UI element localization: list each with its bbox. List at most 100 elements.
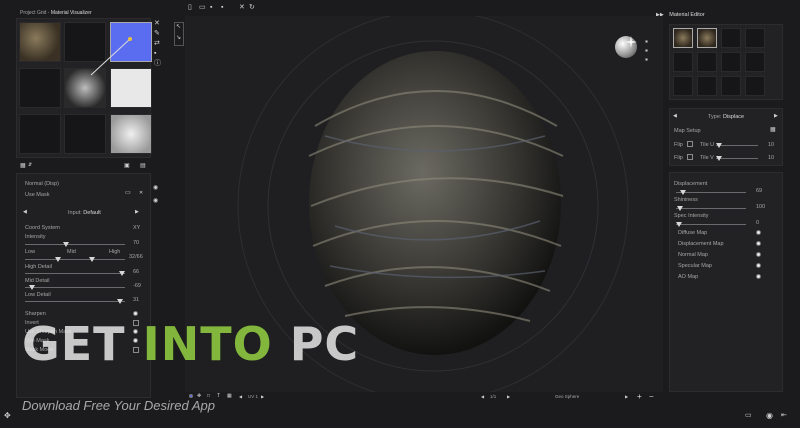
coord-system-value[interactable]: XY (133, 225, 140, 231)
flip-u-checkbox[interactable] (687, 141, 693, 147)
prev-arrow-icon[interactable]: ◀ (23, 209, 27, 216)
slider-handle[interactable] (716, 143, 722, 148)
param-slider[interactable] (676, 206, 746, 211)
connect-tool-icon[interactable]: ↘ (176, 35, 181, 42)
map-toggle[interactable] (756, 263, 761, 268)
move-icon[interactable]: ✥ (4, 412, 11, 420)
swap-icon[interactable]: ⇄ (154, 40, 160, 47)
slider-handle[interactable] (29, 285, 35, 290)
material-slot[interactable] (721, 28, 741, 48)
material-slot[interactable] (745, 76, 765, 96)
delete-icon[interactable]: ▪ (154, 50, 156, 57)
light-dot[interactable] (645, 40, 648, 43)
material-slot-rope-2[interactable] (697, 28, 717, 48)
page-next-icon[interactable]: ▶ (507, 393, 510, 400)
input-label: Input: (68, 210, 82, 216)
material-slot[interactable] (673, 76, 693, 96)
open-folder-icon[interactable]: ▭ (199, 4, 206, 11)
layers-icon[interactable]: ▤ (140, 163, 146, 170)
close-icon[interactable]: ✕ (154, 20, 160, 27)
calendar-icon[interactable]: ▦ (770, 127, 776, 134)
map-toggle[interactable] (756, 230, 761, 235)
slider-handle[interactable] (119, 271, 125, 276)
material-slot[interactable] (721, 76, 741, 96)
image-icon[interactable]: ▣ (124, 163, 130, 170)
mid-detail-slider[interactable] (25, 285, 125, 290)
light-dot[interactable] (645, 49, 648, 52)
material-visualizer-label: Material Visualizer (50, 10, 92, 16)
material-slot[interactable] (697, 52, 717, 72)
right-panel-title: ▶▶ Material Editor (656, 12, 705, 19)
param-slider[interactable] (676, 190, 746, 195)
folder-icon[interactable]: ▭ (125, 190, 131, 197)
slider-handle[interactable] (55, 257, 61, 262)
eye-toggle-icon[interactable]: ◉ (766, 412, 773, 420)
node-tool-column: ↖ ↘ (174, 22, 184, 46)
intensity-value: 70 (133, 240, 140, 246)
type-next-icon[interactable]: ▶ (774, 113, 778, 120)
param-label: Shininess (674, 197, 698, 203)
small-close-icon[interactable]: ✕ (139, 190, 143, 197)
panel-toggle-icon[interactable]: ▭ (745, 412, 752, 419)
slider-handle[interactable] (89, 257, 95, 262)
tile-u-slider[interactable] (716, 143, 758, 148)
texture-slot[interactable] (19, 114, 61, 154)
map-toggle[interactable] (756, 241, 761, 246)
save-as-icon[interactable]: ▪ (221, 4, 223, 11)
tile-v-slider[interactable] (716, 156, 758, 161)
grid-view-icon[interactable]: ▦ (20, 163, 26, 170)
save-icon[interactable]: ▪ (210, 4, 212, 11)
object-next-icon[interactable]: ▶ (625, 393, 628, 400)
normal-disp-label: Normal (Disp) (25, 181, 59, 187)
slider-handle[interactable] (117, 299, 123, 304)
lmh-value: 32/66 (129, 254, 143, 260)
select-tool-icon[interactable]: ↖ (176, 24, 181, 31)
visibility-icon[interactable]: ◉ (153, 198, 158, 205)
material-slot[interactable] (745, 52, 765, 72)
material-slot[interactable] (745, 28, 765, 48)
slider-handle[interactable] (676, 222, 682, 227)
map-toggle[interactable] (756, 274, 761, 279)
intensity-slider[interactable] (25, 242, 125, 247)
next-arrow-icon[interactable]: ▶ (135, 209, 139, 216)
pencil-icon[interactable]: ✎ (154, 30, 160, 37)
coord-system-label: Coord System (25, 225, 60, 231)
type-selector[interactable]: Type: Displace (708, 114, 744, 120)
material-slot[interactable] (673, 52, 693, 72)
material-slot[interactable] (721, 52, 741, 72)
slider-handle[interactable] (716, 156, 722, 161)
settings-icon[interactable]: ✕ (239, 4, 245, 11)
material-slot-rope[interactable] (673, 28, 693, 48)
input-selector[interactable]: ◀ Input: Default ▶ (23, 209, 143, 218)
lmh-slider[interactable] (25, 257, 125, 262)
new-file-icon[interactable]: ▯ (188, 4, 192, 11)
watermark-title: GET INTO PC (22, 320, 359, 368)
slider-handle[interactable] (63, 242, 69, 247)
material-slot[interactable] (697, 76, 717, 96)
map-toggle[interactable] (756, 252, 761, 257)
texture-thumb-ao[interactable] (110, 114, 152, 154)
low-detail-slider[interactable] (25, 299, 125, 304)
refresh-icon[interactable]: ↻ (249, 4, 255, 11)
texture-slot[interactable] (19, 68, 61, 108)
high-detail-slider[interactable] (25, 271, 125, 276)
type-prev-icon[interactable]: ◀ (673, 113, 677, 120)
type-value: Displace (722, 114, 745, 120)
sharpen-toggle[interactable] (133, 311, 138, 316)
texture-slot[interactable] (64, 114, 106, 154)
texture-thumb-rope[interactable] (19, 22, 61, 62)
flip-v-checkbox[interactable] (687, 154, 693, 160)
page-prev-icon[interactable]: ◀ (481, 393, 484, 400)
slider-handle[interactable] (677, 206, 684, 211)
param-slider[interactable] (676, 222, 746, 227)
eye-icon[interactable]: ◉ (153, 185, 158, 192)
light-dot[interactable] (645, 58, 648, 61)
dock-icon[interactable]: ⇤ (781, 412, 787, 419)
zoom-in-button[interactable]: + (637, 392, 642, 401)
map-label: AO Map (678, 274, 699, 280)
slider-handle[interactable] (679, 190, 686, 195)
zoom-out-button[interactable]: − (649, 392, 654, 401)
sort-icon[interactable]: ⇵ (28, 162, 32, 169)
info-icon[interactable]: ⓘ (154, 60, 161, 67)
project-grid-label: Project Grid (20, 10, 47, 16)
